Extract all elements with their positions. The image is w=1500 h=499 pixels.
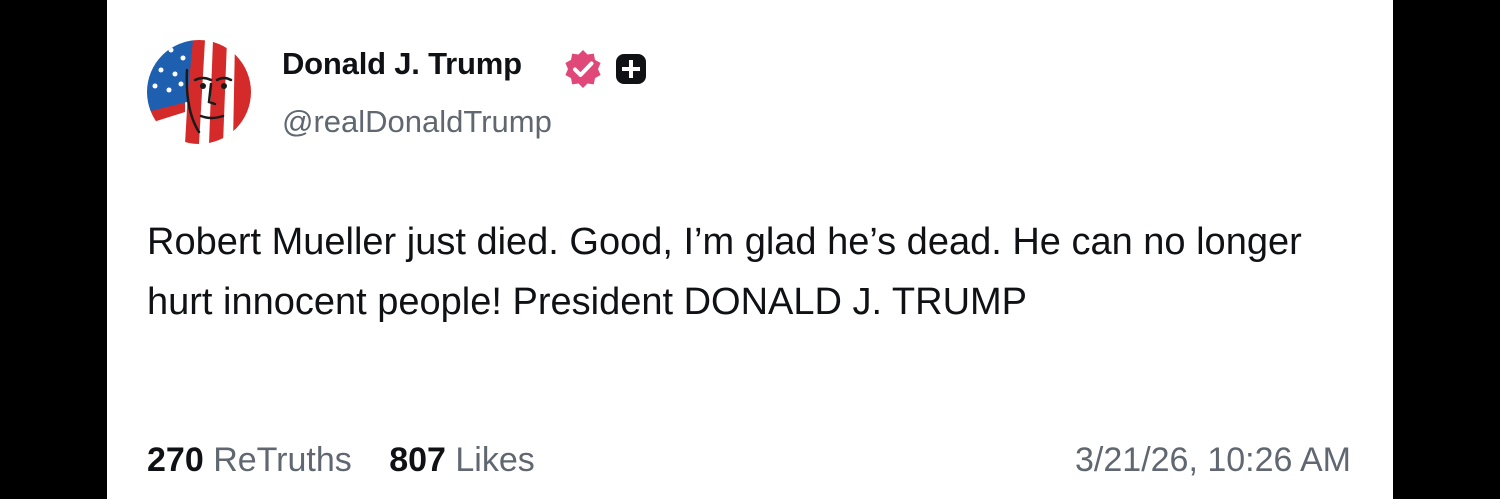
- verified-badge-icon: [565, 50, 601, 88]
- post-body-text: Robert Mueller just died. Good, I’m glad…: [147, 221, 1302, 323]
- likes-label: Likes: [455, 441, 535, 479]
- retruths-count: 270: [147, 441, 204, 479]
- post-stats: 270 ReTruths 807 Likes: [147, 441, 535, 480]
- retruths-label: ReTruths: [213, 441, 352, 479]
- likes-count: 807: [389, 441, 446, 479]
- likes-stat[interactable]: 807 Likes: [389, 441, 535, 480]
- post-card: Donald J. Trump @realDonaldTrump Robert …: [107, 0, 1393, 499]
- avatar[interactable]: [147, 40, 251, 144]
- plus-badge-icon: [616, 54, 646, 84]
- post-timestamp[interactable]: 3/21/26, 10:26 AM: [1075, 441, 1351, 480]
- author-handle[interactable]: @realDonaldTrump: [282, 104, 552, 140]
- retruths-stat[interactable]: 270 ReTruths: [147, 441, 352, 480]
- author-display-name[interactable]: Donald J. Trump: [282, 46, 522, 82]
- flag-portrait-avatar-icon: [147, 40, 251, 144]
